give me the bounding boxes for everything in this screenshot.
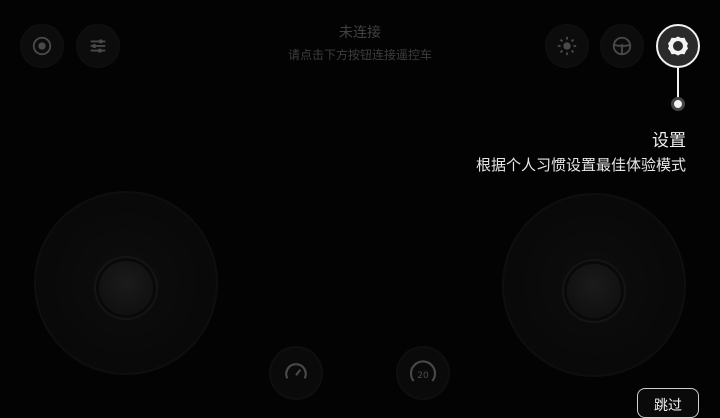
guide-description: 根据个人习惯设置最佳体验模式 xyxy=(475,156,686,174)
steering-wheel-icon xyxy=(612,36,632,56)
left-joystick-knob[interactable] xyxy=(99,261,153,315)
right-joystick-knob[interactable] xyxy=(567,264,621,318)
gear-icon xyxy=(668,36,688,56)
speedometer-dial[interactable] xyxy=(269,346,323,400)
left-joystick[interactable] xyxy=(34,191,218,375)
steering-button[interactable] xyxy=(600,24,644,68)
speed-level-dial[interactable]: 20 xyxy=(396,346,450,400)
speed-level-value: 20 xyxy=(417,371,429,381)
guide-connector-dot xyxy=(671,97,685,111)
right-joystick[interactable] xyxy=(502,193,686,377)
brightness-icon xyxy=(557,36,577,56)
speedometer-icon xyxy=(285,363,307,379)
settings-button[interactable] xyxy=(656,24,700,68)
guide-title: 设置 xyxy=(652,131,686,151)
skip-button[interactable]: 跳过 xyxy=(637,388,699,418)
brightness-button[interactable] xyxy=(545,24,589,68)
guide-connector-line xyxy=(677,68,679,98)
